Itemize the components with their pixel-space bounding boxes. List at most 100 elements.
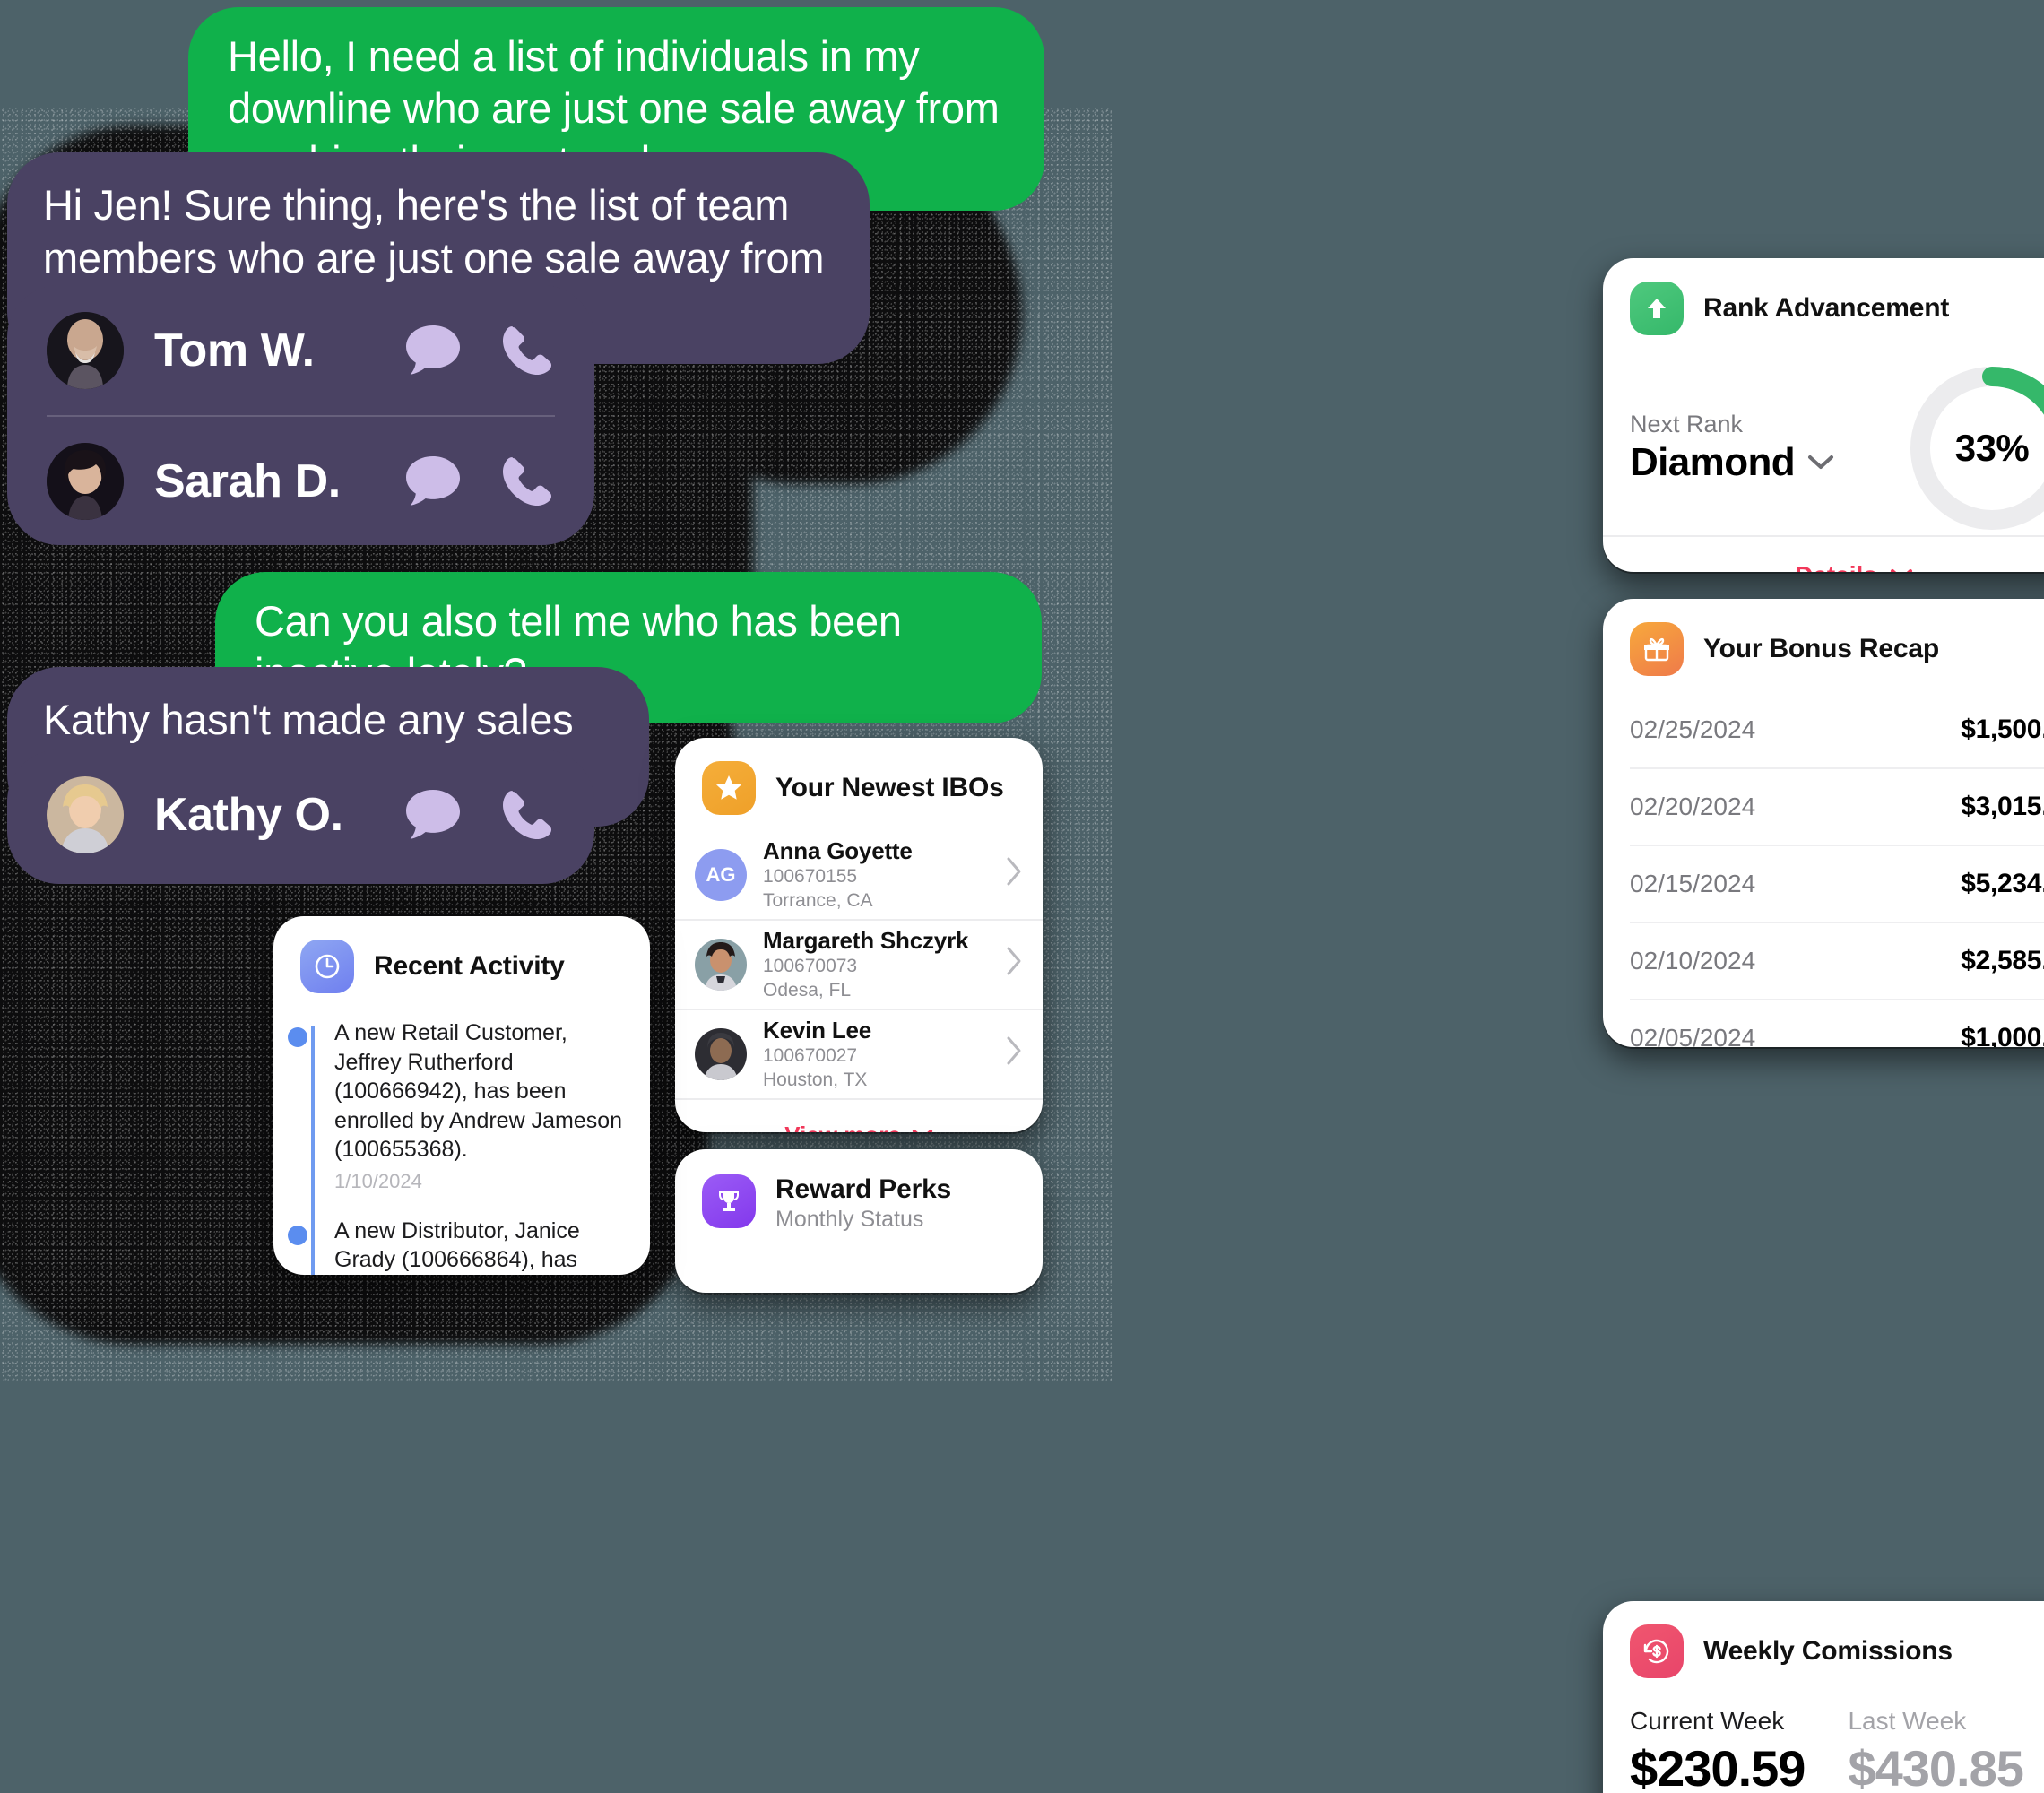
list-item: A new Retail Customer, Jeffrey Rutherfor…: [288, 1018, 627, 1193]
activity-date: 1/10/2024: [334, 1169, 422, 1192]
last-week-block: Last Week $430.85: [1848, 1707, 2023, 1793]
next-rank-label: Next Rank: [1630, 411, 1744, 437]
chevron-down-icon: [1890, 569, 1912, 572]
timeline-dot: [288, 1027, 307, 1047]
phone-icon[interactable]: [499, 787, 555, 843]
card-header: Your Bonus Recap: [1603, 599, 2044, 692]
card-header: Weekly Comissions: [1603, 1601, 2044, 1694]
card-subtitle: Monthly Status: [775, 1207, 924, 1232]
phone-icon[interactable]: [499, 323, 555, 378]
ibo-location: Odesa, FL: [763, 979, 852, 1000]
bonus-amount: $5,234.00: [1961, 869, 2044, 898]
contact-row[interactable]: Tom W.: [47, 285, 555, 415]
chevron-down-icon: [912, 1129, 932, 1132]
contact-list-card: Tom W. Sarah D.: [7, 285, 594, 545]
list-item[interactable]: Margareth Shczyrk 100670073 Odesa, FL: [675, 921, 1043, 1010]
next-rank-value-row[interactable]: Diamond: [1630, 440, 1906, 485]
weekly-body: Current Week $230.59 Last Week $430.85: [1603, 1694, 2044, 1793]
ibo-id: 100670027: [763, 1045, 858, 1067]
rank-body: Next Rank Diamond 33%: [1603, 351, 2044, 535]
rank-advancement-card: Rank Advancement Next Rank Diamond 33% D…: [1603, 258, 2044, 572]
bonus-date: 02/10/2024: [1630, 947, 1756, 974]
arrow-up-icon: [1630, 282, 1684, 335]
avatar: [695, 939, 747, 991]
contact-row[interactable]: Kathy O.: [47, 749, 555, 879]
card-title: Your Bonus Recap: [1703, 634, 1939, 663]
avatar: [47, 442, 124, 520]
chevron-down-icon: [1808, 455, 1834, 469]
chevron-right-icon: [1005, 1035, 1023, 1074]
gift-icon: [1630, 622, 1684, 676]
card-title: Weekly Comissions: [1703, 1636, 1953, 1666]
ibo-location: Torrance, CA: [763, 889, 873, 911]
trophy-icon: [702, 1174, 756, 1228]
last-week-value: $430.85: [1848, 1740, 2023, 1793]
contact-list-card: Kathy O.: [7, 749, 594, 884]
chevron-right-icon: [1005, 856, 1023, 895]
current-week-label: Current Week: [1630, 1707, 1785, 1735]
chat-bubble-icon[interactable]: [404, 788, 462, 842]
avatar: [47, 775, 124, 853]
ibo-name: Anna Goyette: [763, 837, 913, 865]
star-icon: [702, 761, 756, 815]
card-title: Reward Perks: [775, 1174, 952, 1204]
details-label: Details: [1795, 561, 1877, 572]
activity-list: A new Retail Customer, Jeffrey Rutherfor…: [273, 1009, 650, 1275]
contact-name: Kathy O.: [154, 788, 343, 841]
timeline-dot: [288, 1225, 307, 1245]
bonus-date: 02/05/2024: [1630, 1024, 1756, 1047]
ibo-location: Houston, TX: [763, 1069, 868, 1090]
activity-text: A new Distributor, Janice Grady (1006668…: [334, 1217, 580, 1273]
list-item-text: Margareth Shczyrk 100670073 Odesa, FL: [763, 927, 1005, 1002]
clock-icon: [300, 940, 354, 993]
reward-perks-card: Reward Perks Monthly Status: [675, 1149, 1043, 1293]
progress-ring: 33%: [1906, 362, 2044, 534]
card-title: Your Newest IBOs: [775, 773, 1004, 802]
current-week-block: Current Week $230.59: [1630, 1707, 1806, 1793]
phone-icon[interactable]: [499, 454, 555, 509]
ibo-list: AG Anna Goyette 100670155 Torrance, CA Marga…: [675, 831, 1043, 1100]
card-title: Recent Activity: [374, 951, 565, 981]
details-button[interactable]: Details: [1603, 535, 2044, 572]
ibo-name: Kevin Lee: [763, 1017, 872, 1044]
bonus-table: 02/25/2024$1,500.0002/20/2024$3,015.9002…: [1603, 692, 2044, 1047]
list-item[interactable]: Kevin Lee 100670027 Houston, TX: [675, 1010, 1043, 1100]
table-row: 02/10/2024 $2,585.40: [1630, 923, 2044, 1000]
view-more-label: View more: [784, 1122, 901, 1133]
card-header: Reward Perks Monthly Status: [675, 1149, 1043, 1249]
bonus-amount: $1,000.70: [1961, 1023, 2044, 1047]
card-title: Rank Advancement: [1703, 293, 1950, 323]
bonus-date: 02/15/2024: [1630, 870, 1756, 897]
chat-bubble-icon[interactable]: [404, 324, 462, 377]
list-item-text: Kevin Lee 100670027 Houston, TX: [763, 1017, 1005, 1092]
activity-text: A new Retail Customer, Jeffrey Rutherfor…: [334, 1020, 623, 1162]
recent-activity-card: Recent Activity A new Retail Customer, J…: [273, 916, 650, 1275]
contact-name: Tom W.: [154, 324, 315, 377]
bonus-amount: $3,015.90: [1961, 792, 2044, 821]
progress-percent: 33%: [1954, 426, 2030, 469]
avatar: [47, 311, 124, 389]
current-week-value: $230.59: [1630, 1740, 1806, 1793]
bonus-date: 02/25/2024: [1630, 715, 1756, 743]
chat-bubble-icon[interactable]: [404, 455, 462, 508]
last-week-label: Last Week: [1848, 1707, 1967, 1735]
avatar: [695, 1028, 747, 1080]
table-row: 02/05/2024 $1,000.70: [1630, 1000, 2044, 1047]
card-header: Recent Activity: [273, 916, 650, 1009]
bonus-amount: $2,585.40: [1961, 946, 2044, 975]
avatar: AG: [695, 849, 747, 901]
next-rank-value: Diamond: [1630, 440, 1796, 484]
table-row: 02/20/2024 $3,015.90: [1630, 769, 2044, 846]
card-header: Rank Advancement: [1603, 258, 2044, 351]
ibo-id: 100670073: [763, 956, 858, 977]
contact-row[interactable]: Sarah D.: [47, 415, 555, 545]
bonus-recap-card: Your Bonus Recap 02/25/2024$1,500.0002/2…: [1603, 599, 2044, 1047]
list-item-text: Anna Goyette 100670155 Torrance, CA: [763, 837, 1005, 913]
screenshot-root: Hello, I need a list of individuals in m…: [0, 0, 2044, 1793]
list-item[interactable]: AG Anna Goyette 100670155 Torrance, CA: [675, 831, 1043, 921]
bonus-amount: $1,500.00: [1961, 715, 2044, 744]
view-more-button[interactable]: View more: [675, 1100, 1043, 1132]
table-row: 02/25/2024 $1,500.00: [1630, 692, 2044, 769]
weekly-commissions-card: Weekly Comissions Current Week $230.59 L…: [1603, 1601, 2044, 1793]
contact-name: Sarah D.: [154, 455, 341, 507]
